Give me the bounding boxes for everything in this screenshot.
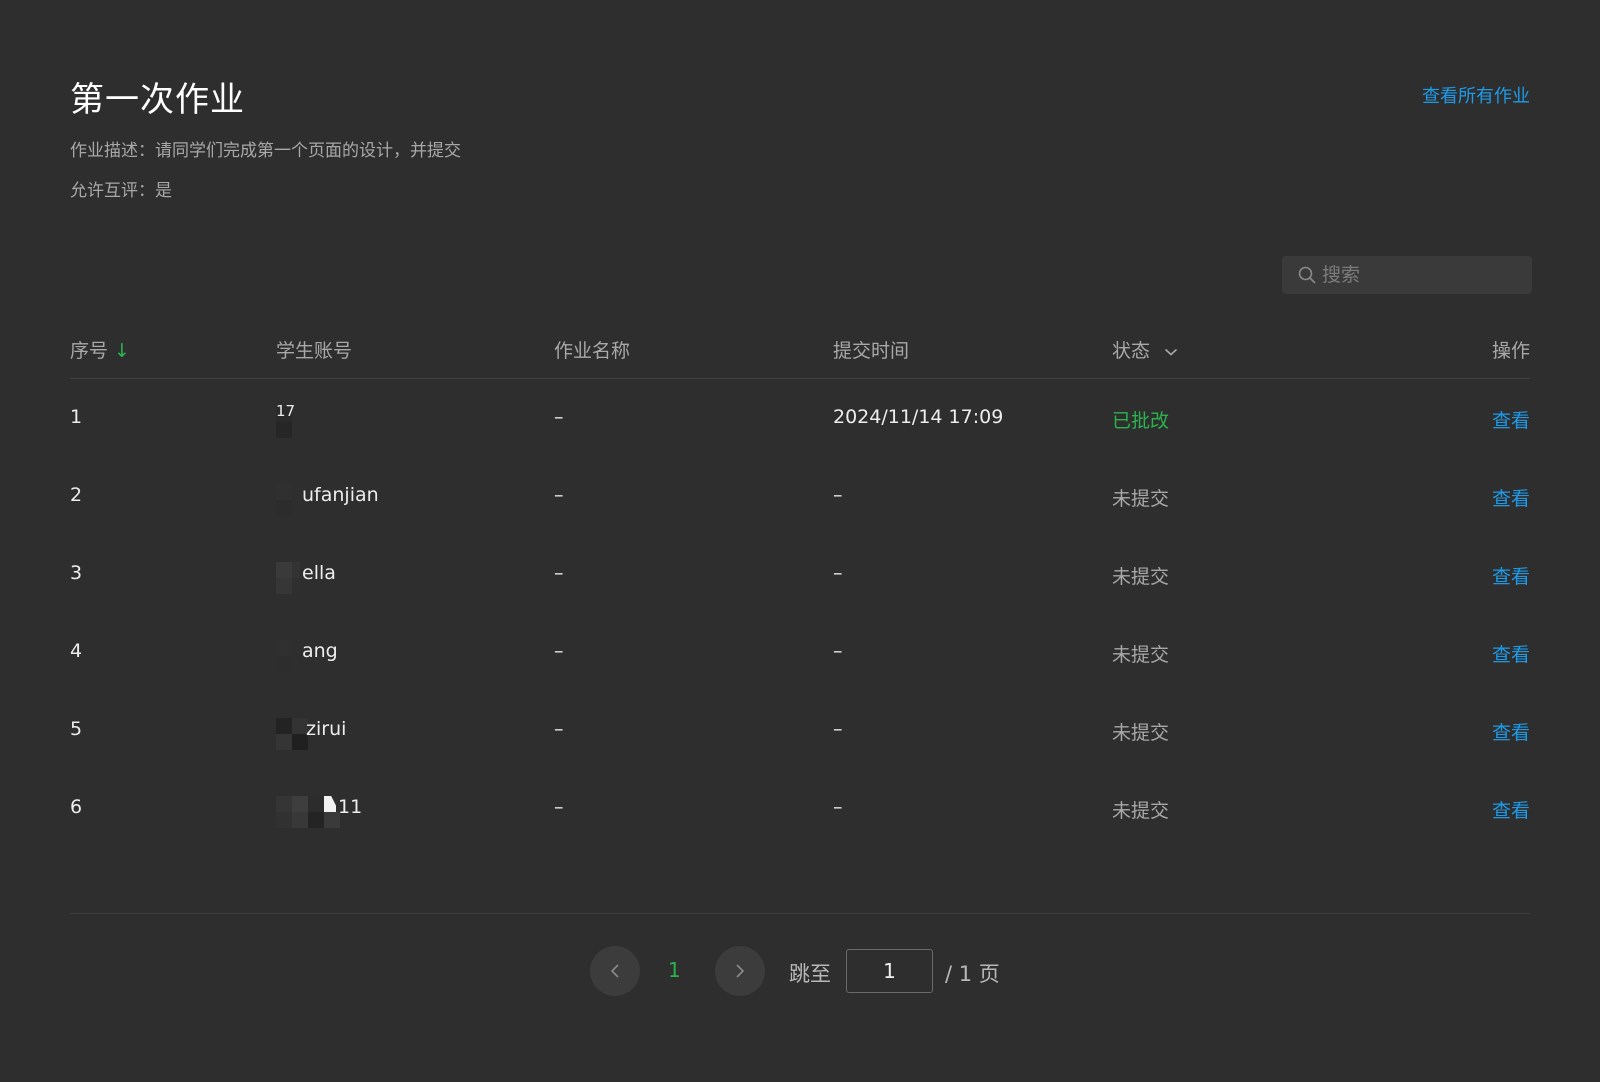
redacted-block <box>276 500 292 516</box>
redacted-block <box>292 562 300 578</box>
redacted-block <box>276 578 292 594</box>
column-action-header: 操作 <box>1491 340 1530 362</box>
table-body: 1 17 – 2024/11/14 17:09 已批改 查看 2 ufanjia… <box>70 380 1530 848</box>
table-row: 2 ufanjian – – 未提交 查看 <box>70 458 1530 536</box>
row-index: 4 <box>70 640 83 662</box>
submit-time: – <box>833 796 843 818</box>
student-account: ufanjian <box>302 484 379 506</box>
view-button[interactable]: 查看 <box>1492 640 1530 667</box>
view-button[interactable]: 查看 <box>1492 406 1530 433</box>
redacted-block <box>276 562 292 578</box>
view-all-homework-link[interactable]: 查看所有作业 <box>1422 82 1530 108</box>
redacted-block <box>324 796 336 812</box>
column-account-header: 学生账号 <box>276 340 353 362</box>
table-row: 4 ang – – 未提交 查看 <box>70 614 1530 692</box>
column-index-label: 序号 <box>70 340 109 362</box>
redacted-block <box>308 796 324 812</box>
view-button[interactable]: 查看 <box>1492 562 1530 589</box>
redacted-block <box>292 796 308 812</box>
table-row: 1 17 – 2024/11/14 17:09 已批改 查看 <box>70 380 1530 458</box>
status-badge: 未提交 <box>1112 644 1170 666</box>
prev-page-button[interactable] <box>590 946 640 996</box>
redacted-block <box>292 812 308 828</box>
student-account: zirui <box>306 718 347 740</box>
pagination: 1 跳至 / 1 页 <box>0 946 1600 998</box>
homework-name: – <box>554 484 564 506</box>
redacted-block <box>292 578 300 594</box>
homework-name: – <box>554 562 564 584</box>
status-badge: 未提交 <box>1112 722 1170 744</box>
homework-name: – <box>554 718 564 740</box>
peer-review-setting: 允许互评：是 <box>70 181 172 201</box>
submit-time: – <box>833 484 843 506</box>
redacted-block <box>276 422 292 438</box>
row-index: 2 <box>70 484 83 506</box>
table-divider <box>70 913 1530 914</box>
student-account: ang <box>302 640 338 662</box>
redacted-block <box>276 484 292 500</box>
sort-down-icon[interactable]: ↓ <box>114 340 130 362</box>
submit-time: – <box>833 640 843 662</box>
submit-time: – <box>833 718 843 740</box>
column-index-header[interactable]: 序号 ↓ <box>70 336 130 363</box>
homework-page: 第一次作业 查看所有作业 作业描述：请同学们完成第一个页面的设计，并提交 允许互… <box>0 0 1600 1082</box>
view-button[interactable]: 查看 <box>1492 484 1530 511</box>
homework-description: 作业描述：请同学们完成第一个页面的设计，并提交 <box>70 141 461 161</box>
search-icon <box>1298 266 1316 284</box>
chevron-left-icon <box>610 964 619 978</box>
total-pages-label: / 1 页 <box>945 962 1000 986</box>
chevron-down-icon[interactable] <box>1164 347 1178 357</box>
column-status-label: 状态 <box>1112 340 1151 362</box>
homework-name: – <box>554 796 564 818</box>
search-input[interactable] <box>1320 263 1524 287</box>
view-button[interactable]: 查看 <box>1492 796 1530 823</box>
submit-time: – <box>833 562 843 584</box>
column-submit-time-header: 提交时间 <box>833 340 910 362</box>
redacted-block <box>276 734 292 750</box>
row-index: 1 <box>70 406 83 428</box>
row-index: 3 <box>70 562 83 584</box>
redacted-block <box>276 656 292 672</box>
page-title: 第一次作业 <box>70 80 245 120</box>
column-homework-name-header: 作业名称 <box>554 340 631 362</box>
row-index: 5 <box>70 718 83 740</box>
redacted-block <box>276 812 292 828</box>
chevron-right-icon <box>736 964 745 978</box>
current-page-number[interactable]: 1 <box>668 958 681 982</box>
student-account: 17 <box>276 402 296 420</box>
status-badge: 未提交 <box>1112 488 1170 510</box>
homework-name: – <box>554 406 564 428</box>
table-row: 6 11 – – 未提交 查看 <box>70 770 1530 848</box>
status-badge: 未提交 <box>1112 566 1170 588</box>
redacted-block <box>308 812 324 828</box>
submit-time: 2024/11/14 17:09 <box>833 406 1004 428</box>
table-row: 3 ella – – 未提交 查看 <box>70 536 1530 614</box>
jump-to-label: 跳至 <box>789 962 831 986</box>
student-account: 11 <box>338 796 363 818</box>
jump-page-input[interactable] <box>846 949 933 993</box>
view-button[interactable]: 查看 <box>1492 718 1530 745</box>
column-status-header[interactable]: 状态 <box>1112 336 1178 363</box>
redacted-block <box>276 796 292 812</box>
search-box[interactable] <box>1282 256 1532 294</box>
table-header: 序号 ↓ 学生账号 作业名称 提交时间 状态 操作 <box>70 326 1530 379</box>
redacted-block <box>276 640 292 656</box>
table-row: 5 zirui – – 未提交 查看 <box>70 692 1530 770</box>
homework-name: – <box>554 640 564 662</box>
student-account: ella <box>302 562 336 584</box>
next-page-button[interactable] <box>715 946 765 996</box>
row-index: 6 <box>70 796 83 818</box>
status-badge: 未提交 <box>1112 800 1170 822</box>
status-badge: 已批改 <box>1112 410 1170 432</box>
redacted-block <box>276 718 292 734</box>
